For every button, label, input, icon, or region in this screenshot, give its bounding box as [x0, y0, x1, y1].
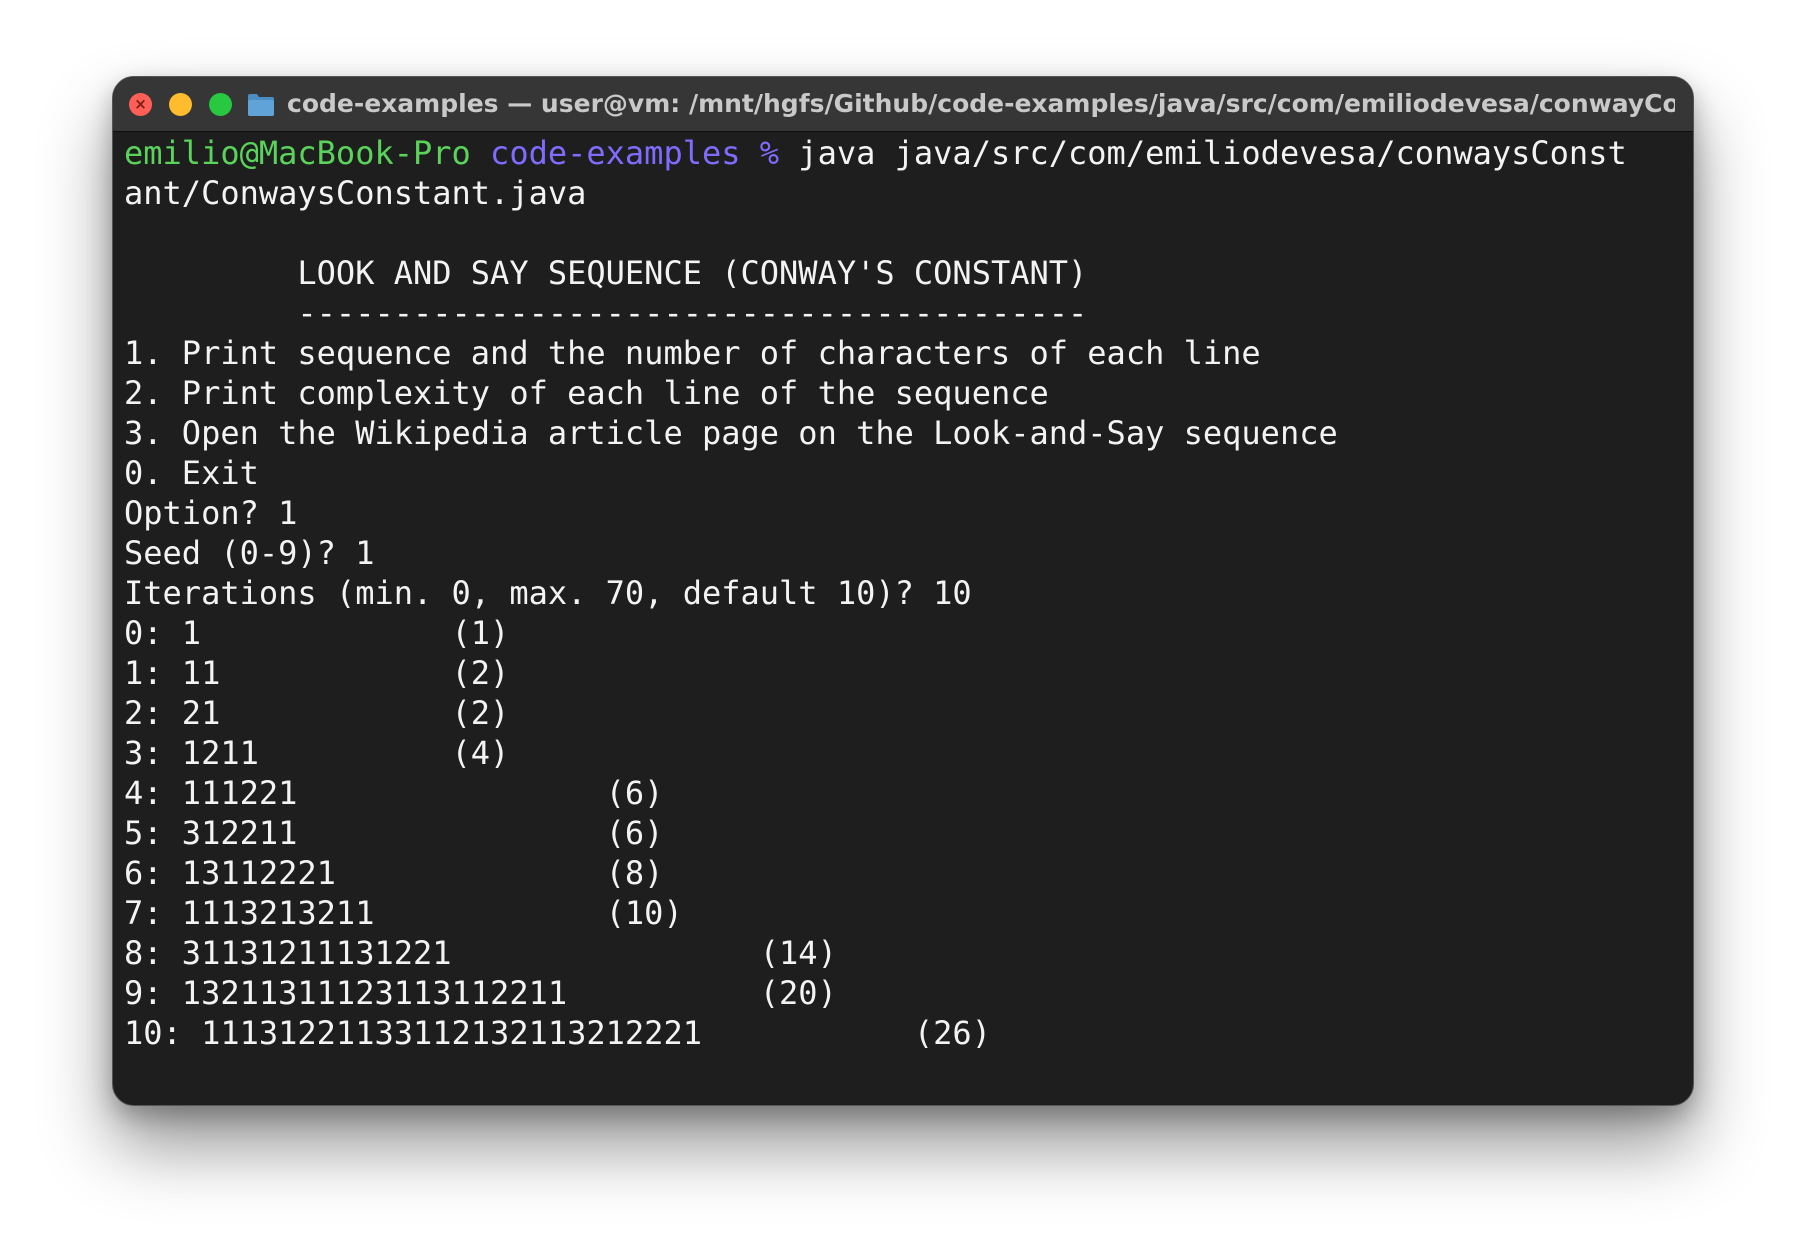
- prompt-directory: code-examples: [490, 134, 741, 172]
- sequence-line: 10: 11131221133112132113212221 (26): [124, 1014, 991, 1052]
- seed-prompt: Seed (0-9)? 1: [124, 534, 375, 572]
- header-title: LOOK AND SAY SEQUENCE (CONWAY'S CONSTANT…: [124, 254, 1088, 292]
- sequence-line: 9: 13211311123113112211 (20): [124, 974, 837, 1012]
- close-button[interactable]: ×: [129, 93, 152, 116]
- terminal-output[interactable]: emilio@MacBook-Pro code-examples % java …: [124, 133, 1682, 1105]
- sequence-line: 8: 31131211131221 (14): [124, 934, 837, 972]
- window-title: code-examples — user@vm: /mnt/hgfs/Githu…: [287, 89, 1675, 118]
- minimize-button[interactable]: [169, 93, 192, 116]
- menu-item: 0. Exit: [124, 454, 259, 492]
- sequence-line: 3: 1211 (4): [124, 734, 510, 772]
- menu-item: 3. Open the Wikipedia article page on th…: [124, 414, 1338, 452]
- close-icon: ×: [134, 95, 147, 113]
- menu-item: 2. Print complexity of each line of the …: [124, 374, 1049, 412]
- command-line: emilio@MacBook-Pro code-examples % java …: [124, 133, 1682, 173]
- option-prompt: Option? 1: [124, 494, 298, 532]
- iterations-prompt: Iterations (min. 0, max. 70, default 10)…: [124, 574, 972, 612]
- sequence-line: 4: 111221 (6): [124, 774, 664, 812]
- command-line-wrap: ant/ConwaysConstant.java: [124, 174, 587, 212]
- sequence-line: 5: 312211 (6): [124, 814, 664, 852]
- sequence-line: 1: 11 (2): [124, 654, 510, 692]
- title-bar[interactable]: × code-examples — user@vm: /mnt/hgfs/Git…: [113, 77, 1693, 132]
- sequence-line: 6: 13112221 (8): [124, 854, 664, 892]
- sequence-line: 2: 21 (2): [124, 694, 510, 732]
- menu-item: 1. Print sequence and the number of char…: [124, 334, 1261, 372]
- folder-icon: [248, 94, 274, 116]
- command-text: java java/src/com/emiliodevesa/conwaysCo…: [779, 134, 1627, 172]
- terminal-window: × code-examples — user@vm: /mnt/hgfs/Git…: [112, 76, 1694, 1106]
- sequence-line: 0: 1 (1): [124, 614, 510, 652]
- prompt-symbol: %: [759, 134, 780, 172]
- sequence-line: 7: 1113213211 (10): [124, 894, 683, 932]
- zoom-button[interactable]: [209, 93, 232, 116]
- header-rule: ----------------------------------------…: [124, 294, 1088, 332]
- prompt-user: emilio@MacBook-Pro: [124, 134, 471, 172]
